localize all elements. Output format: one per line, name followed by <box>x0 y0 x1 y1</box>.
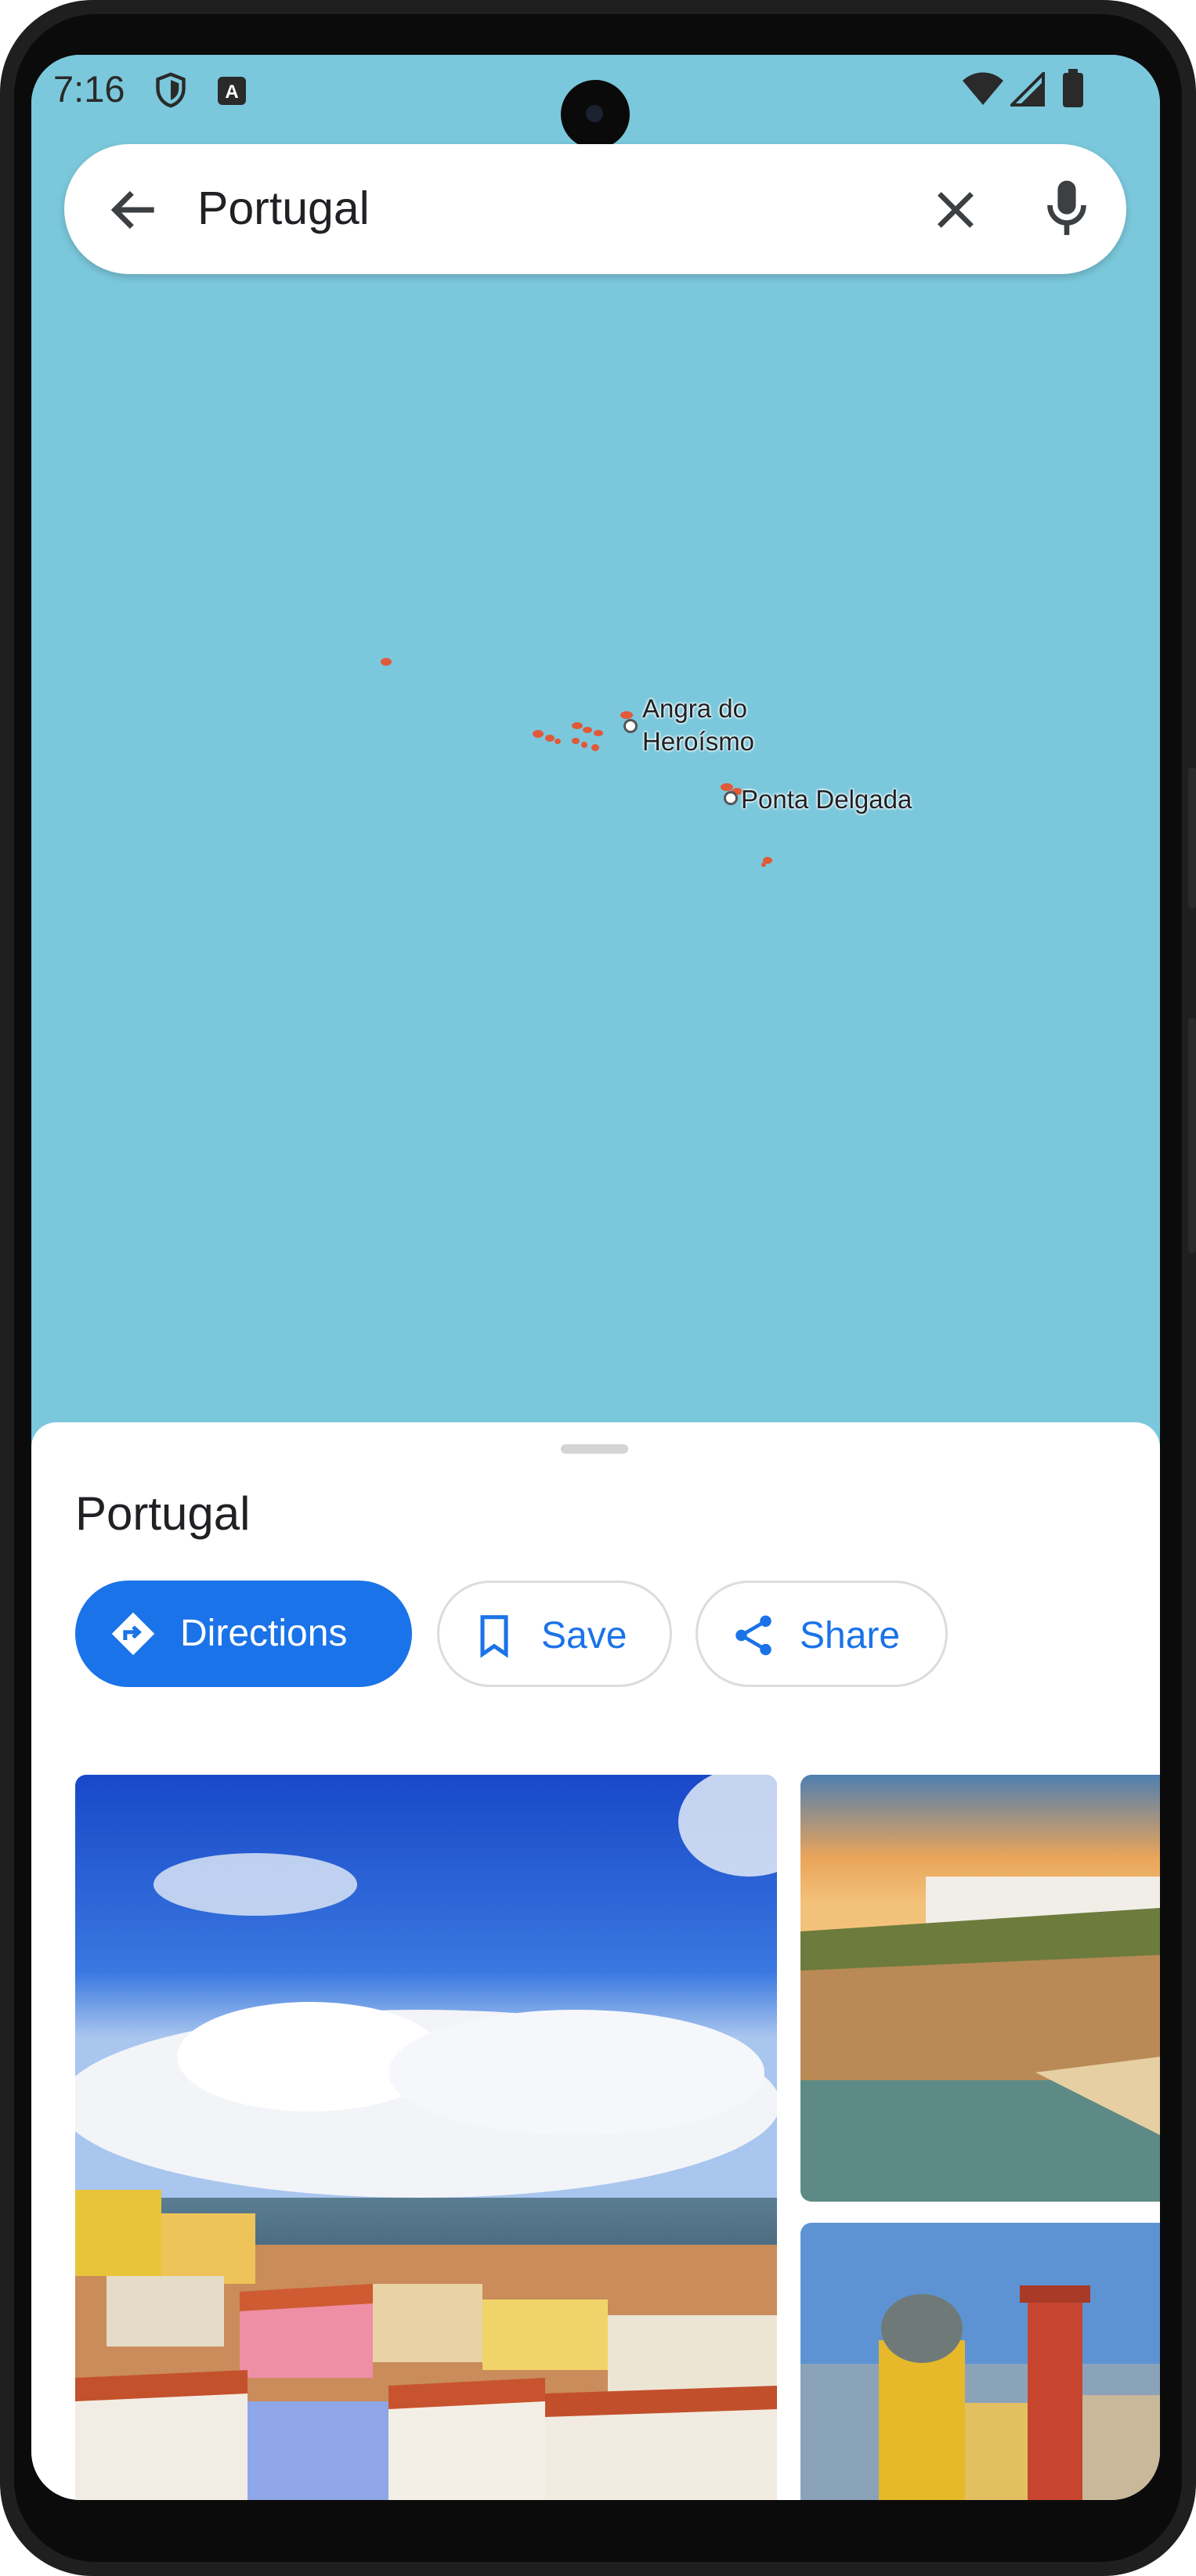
share-button[interactable]: Share <box>696 1581 948 1687</box>
status-time: 7:16 <box>53 68 125 110</box>
place-bottom-sheet[interactable]: Portugal Directions Save Share <box>31 1422 1160 2500</box>
map-label-angra-line2: Heroísmo <box>642 727 755 756</box>
bookmark-icon <box>480 1615 508 1658</box>
map-island <box>533 730 544 738</box>
front-camera <box>561 80 630 149</box>
directions-icon <box>111 1612 155 1656</box>
map-label-angra-line1: Angra do <box>642 694 747 723</box>
volume-button <box>1188 1018 1196 1253</box>
map-label-angra[interactable]: Angra do Heroísmo <box>642 692 754 758</box>
directions-label: Directions <box>180 1613 348 1654</box>
translate-app-icon: A <box>216 75 248 110</box>
map-island <box>545 735 555 742</box>
map-island <box>620 711 633 719</box>
save-label: Save <box>541 1615 627 1657</box>
map-label-ponta[interactable]: Ponta Delgada <box>741 783 912 816</box>
pena-palace-photo[interactable] <box>800 2223 1160 2500</box>
svg-text:A: A <box>225 81 238 103</box>
map-island <box>594 730 603 736</box>
signal-icon <box>1008 70 1045 110</box>
coastal-cliffs-photo[interactable] <box>800 1775 1160 2202</box>
arrow-back-icon[interactable] <box>102 179 164 241</box>
microphone-icon[interactable] <box>1035 175 1098 243</box>
wifi-icon <box>962 72 1004 110</box>
power-button <box>1188 768 1196 909</box>
place-title: Portugal <box>75 1487 251 1540</box>
map-island <box>581 742 587 748</box>
map-island <box>555 739 561 744</box>
search-bar[interactable]: Portugal <box>64 144 1126 274</box>
map-island <box>583 727 592 733</box>
battery-icon <box>1062 69 1084 112</box>
ponta-town-marker[interactable] <box>724 791 738 805</box>
phone-screen: Angra do Heroísmo Ponta Delgada 7:16 A P… <box>31 55 1160 2500</box>
lisbon-cityscape-photo[interactable] <box>75 1775 777 2500</box>
search-input[interactable]: Portugal <box>197 182 370 235</box>
share-icon <box>735 1615 771 1656</box>
directions-button[interactable]: Directions <box>75 1581 412 1687</box>
map-island <box>572 738 580 744</box>
map-island <box>761 862 766 867</box>
map-island <box>381 658 392 666</box>
angra-town-marker[interactable] <box>623 719 638 733</box>
sheet-drag-handle[interactable] <box>561 1444 628 1454</box>
close-icon[interactable] <box>926 180 985 240</box>
map-island <box>591 744 599 751</box>
share-label: Share <box>800 1615 901 1657</box>
map-island <box>572 722 583 729</box>
save-button[interactable]: Save <box>437 1581 672 1687</box>
shield-icon <box>154 70 188 114</box>
